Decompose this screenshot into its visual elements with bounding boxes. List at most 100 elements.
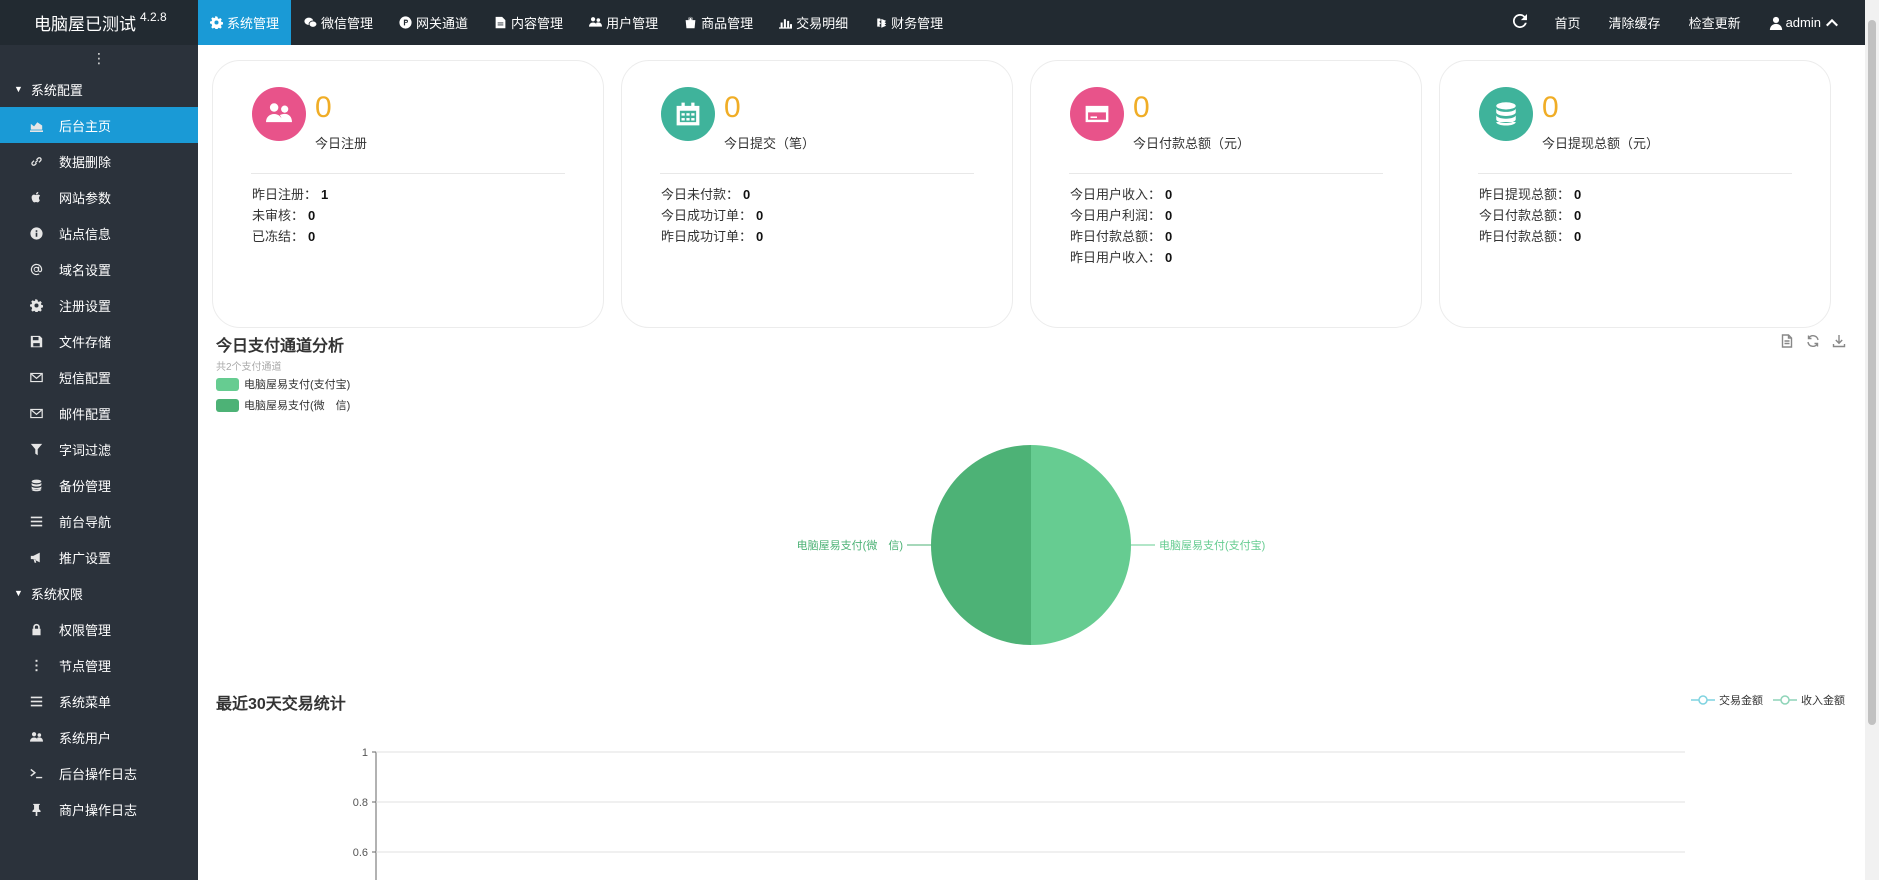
sidebar-item[interactable]: 系统用户	[0, 719, 198, 755]
sidebar-group-0[interactable]: ▼ 系统配置	[0, 71, 198, 107]
file-icon	[494, 16, 507, 29]
sidebar-item[interactable]: 网站参数	[0, 179, 198, 215]
sidebar-item-label: 备份管理	[59, 478, 112, 494]
ellipsis-icon	[28, 657, 44, 673]
card-stat: 昨日用户收入： 0	[1070, 247, 1172, 268]
top-tab-label: 用户管理	[606, 16, 659, 31]
card-stat-key: 今日未付款：	[661, 187, 740, 202]
sidebar-item-label: 商户操作日志	[59, 802, 138, 818]
card-stat-value: 0	[1165, 187, 1173, 202]
top-tab-label: 交易明细	[796, 16, 849, 31]
sidebar-item-label: 系统菜单	[59, 694, 112, 710]
sidebar-item-label: 权限管理	[59, 622, 112, 638]
info-icon	[28, 225, 44, 241]
sidebar-item[interactable]: 商户操作日志	[0, 791, 198, 827]
refresh-button[interactable]	[1499, 0, 1541, 45]
sidebar-nav: ▼ 系统配置 后台主页数据删除网站参数站点信息 域名设置 注册设置 文件存储 短信配置 邮件配…	[0, 71, 198, 827]
top-tab[interactable]: 商品管理	[671, 0, 766, 45]
sidebar-item[interactable]: 备份管理	[0, 467, 198, 503]
sidebar-item-label: 前台导航	[59, 514, 112, 530]
top-tab-label: 系统管理	[227, 16, 280, 31]
scrollbar-thumb[interactable]	[1868, 20, 1876, 725]
sidebar-item[interactable]: 系统菜单	[0, 683, 198, 719]
card-value: 0	[1133, 91, 1150, 124]
top-tab[interactable]: 交易明细	[766, 0, 861, 45]
sidebar-item-label: 网站参数	[59, 190, 112, 206]
sidebar-item[interactable]: 数据删除	[0, 143, 198, 179]
sidebar-item[interactable]: 站点信息	[0, 215, 198, 251]
line-section-title: 最近30天交易统计	[216, 696, 346, 713]
top-tab-label: 网关通道	[416, 16, 469, 31]
envelope-icon	[28, 369, 44, 385]
download-icon[interactable]	[1832, 334, 1846, 351]
sidebar-item[interactable]: 字词过滤	[0, 431, 198, 467]
top-tab[interactable]: 系统管理	[198, 0, 292, 45]
sidebar-item[interactable]: 前台导航	[0, 503, 198, 539]
sidebar-toggle-icon[interactable]: ⋮	[0, 45, 198, 71]
database-icon	[1479, 87, 1533, 141]
page-scrollbar[interactable]	[1865, 0, 1879, 880]
top-tab-label: 商品管理	[701, 16, 754, 31]
card-stat-key: 昨日成功订单：	[661, 229, 753, 244]
bars-icon	[28, 513, 44, 529]
sidebar-item[interactable]: 域名设置	[0, 251, 198, 287]
top-right-menu: 首页 清除缓存 检查更新 admin	[1499, 0, 1865, 45]
pie-section-subtitle: 共2个支付通道	[216, 362, 282, 373]
card-label: 今日提现总额（元）	[1542, 136, 1660, 151]
card-stats: 昨日注册： 1 未审核： 0 已冻结： 0	[252, 184, 328, 247]
sidebar-item[interactable]: 推广设置	[0, 539, 198, 575]
shopping-bag-icon	[684, 16, 697, 29]
top-tab[interactable]: 内容管理	[481, 0, 576, 45]
card-stat-value: 0	[1574, 208, 1582, 223]
bullhorn-icon	[28, 549, 44, 565]
chevron-up-icon	[1825, 16, 1839, 30]
card-stat: 今日用户收入： 0	[1070, 184, 1172, 205]
caret-down-icon: ▼	[14, 588, 23, 598]
card-divider	[251, 173, 565, 174]
card-stat: 今日用户利润： 0	[1070, 205, 1172, 226]
check-update-link[interactable]: 检查更新	[1675, 0, 1755, 45]
user-menu[interactable]: admin	[1755, 0, 1865, 45]
sidebar-item-label: 数据删除	[59, 154, 112, 170]
top-tab[interactable]: 用户管理	[576, 0, 671, 45]
sidebar-item[interactable]: 权限管理	[0, 611, 198, 647]
pie-slice[interactable]	[1031, 445, 1131, 645]
card-stat: 昨日付款总额： 0	[1479, 226, 1581, 247]
restore-icon[interactable]	[1806, 334, 1820, 351]
filter-icon	[28, 441, 44, 457]
pie-slice-label: 电脑屋易支付(微 信)	[797, 538, 903, 552]
sidebar-group-1[interactable]: ▼ 系统权限	[0, 575, 198, 611]
card-stat: 已冻结： 0	[252, 226, 328, 247]
clear-cache-link[interactable]: 清除缓存	[1595, 0, 1675, 45]
top-tab[interactable]: 网关通道	[386, 0, 481, 45]
brand-version: 4.2.8	[140, 9, 167, 24]
brand: 电脑屋已测试 4.2.8	[0, 0, 198, 45]
money-icon	[874, 16, 887, 29]
sidebar-item[interactable]: 节点管理	[0, 647, 198, 683]
sidebar-item[interactable]: 短信配置	[0, 359, 198, 395]
envelope-icon	[28, 405, 44, 421]
sidebar-item[interactable]: 注册设置	[0, 287, 198, 323]
line-legend-item[interactable]: 交易金额	[1691, 692, 1763, 708]
sidebar-item[interactable]: 后台操作日志	[0, 755, 198, 791]
sidebar-item-label: 系统用户	[59, 730, 112, 746]
bar-chart-icon	[779, 16, 793, 29]
line-chart: 1 0.8 0.6	[353, 747, 1685, 880]
line-legend-item[interactable]: 收入金额	[1773, 692, 1845, 708]
pie-legend-item[interactable]: 电脑屋易支付(支付宝)	[216, 376, 350, 392]
sidebar-item[interactable]: 后台主页	[0, 107, 198, 143]
card-stat: 今日未付款： 0	[661, 184, 763, 205]
card-stat-value: 0	[743, 187, 751, 202]
sidebar-item[interactable]: 文件存储	[0, 323, 198, 359]
card-stat-key: 今日用户利润：	[1070, 208, 1162, 223]
home-link[interactable]: 首页	[1541, 0, 1595, 45]
data-view-icon[interactable]	[1780, 334, 1794, 351]
top-tab[interactable]: 财务管理	[861, 0, 956, 45]
user-name: admin	[1785, 15, 1821, 30]
card-stat: 今日付款总额： 0	[1479, 205, 1581, 226]
pie-slice[interactable]	[931, 445, 1031, 645]
top-tab[interactable]: 微信管理	[291, 0, 386, 45]
legend-line-icon	[1773, 695, 1797, 705]
user-icon	[1769, 16, 1783, 30]
sidebar-item[interactable]: 邮件配置	[0, 395, 198, 431]
